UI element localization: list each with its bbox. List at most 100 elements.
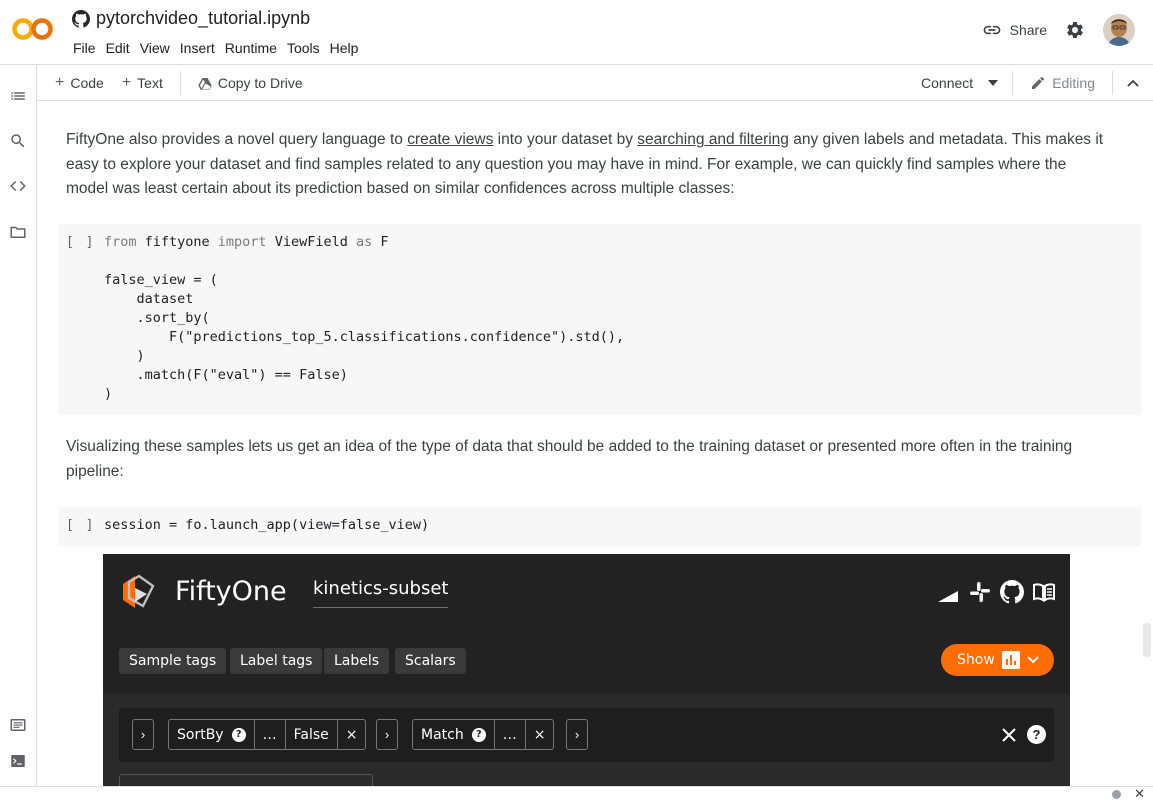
- remove-stage-close-icon[interactable]: ×: [526, 720, 554, 749]
- remove-stage-close-icon[interactable]: ×: [338, 720, 366, 749]
- folder-icon[interactable]: [9, 223, 27, 241]
- colab-logo-icon[interactable]: [12, 16, 54, 42]
- sample-grid-partial: [119, 774, 373, 786]
- drive-icon: [198, 77, 212, 90]
- signal-icon[interactable]: [936, 580, 960, 604]
- table-of-contents-icon[interactable]: [9, 87, 27, 105]
- dataset-selector[interactable]: kinetics-subset: [313, 578, 449, 608]
- menu-help[interactable]: Help: [325, 39, 364, 57]
- menu-edit[interactable]: Edit: [101, 39, 135, 57]
- searching-and-filtering-link[interactable]: searching and filtering: [637, 131, 789, 148]
- add-code-button[interactable]: + Code: [46, 69, 113, 97]
- menu-insert[interactable]: Insert: [175, 39, 220, 57]
- left-sidebar: [0, 64, 37, 801]
- code-cell[interactable]: [ ] session = fo.launch_app(view=false_v…: [58, 507, 1141, 546]
- clear-view-close-icon[interactable]: [1002, 728, 1016, 742]
- stage-more[interactable]: …: [255, 720, 286, 749]
- chevron-up-icon: [1127, 79, 1139, 87]
- toolbar-right: Connect Editing: [912, 65, 1153, 101]
- create-views-link[interactable]: create views: [407, 131, 493, 148]
- match-label: Match: [421, 726, 464, 743]
- fiftyone-app-output[interactable]: FiftyOne kinetics-subset Sample tags Lab…: [103, 554, 1070, 786]
- add-text-button[interactable]: + Text: [113, 69, 172, 97]
- fiftyone-header: FiftyOne kinetics-subset: [103, 554, 1070, 636]
- connect-dropdown[interactable]: [982, 69, 1004, 97]
- github-icon[interactable]: [1000, 580, 1024, 604]
- user-avatar[interactable]: [1103, 14, 1135, 46]
- slack-icon[interactable]: [968, 580, 992, 604]
- menu-file[interactable]: File: [68, 39, 101, 57]
- keyword: from: [104, 234, 137, 250]
- share-button[interactable]: Share: [982, 20, 1047, 40]
- copy-to-drive-button[interactable]: Copy to Drive: [189, 69, 312, 97]
- github-icon[interactable]: [72, 9, 90, 28]
- view-bar[interactable]: › SortBy? … False × › Match? … × › ?: [119, 708, 1054, 762]
- fiftyone-brand: FiftyOne: [175, 576, 287, 607]
- share-label: Share: [1009, 22, 1047, 38]
- notebook-title[interactable]: pytorchvideo_tutorial.ipynb: [96, 8, 310, 29]
- view-bar-help-icon[interactable]: ?: [1027, 725, 1046, 744]
- run-cell-button[interactable]: [ ]: [66, 235, 95, 250]
- collapse-header-button[interactable]: [1121, 69, 1153, 97]
- markdown-cell[interactable]: Visualizing these samples lets us get an…: [66, 435, 1106, 484]
- fiftyone-view-bar-area: › SortBy? … False × › Match? … × › ?: [103, 694, 1070, 786]
- add-code-label: Code: [70, 74, 104, 91]
- code-line: ): [104, 348, 145, 364]
- fiftyone-logo-icon[interactable]: [119, 572, 159, 612]
- paragraph-text: Visualizing these samples lets us get an…: [66, 438, 1073, 480]
- menu-runtime[interactable]: Runtime: [220, 39, 282, 57]
- sortby-stage[interactable]: SortBy? … False ×: [168, 719, 367, 750]
- command-palette-icon[interactable]: [9, 716, 27, 734]
- labels-button[interactable]: Labels: [324, 648, 390, 674]
- code-snippets-icon[interactable]: [9, 177, 27, 195]
- close-status-icon[interactable]: ✕: [1134, 787, 1145, 801]
- markdown-cell[interactable]: FiftyOne also provides a novel query lan…: [66, 128, 1106, 202]
- docs-book-icon[interactable]: [1032, 580, 1056, 604]
- add-stage-arrow[interactable]: ›: [566, 719, 588, 750]
- code-line: .match(F("eval") == False): [104, 367, 348, 383]
- stage-parameter-value[interactable]: False: [286, 720, 338, 749]
- avatar-image-icon: [1103, 14, 1135, 46]
- sample-tags-button[interactable]: Sample tags: [119, 648, 227, 674]
- add-stage-arrow[interactable]: ›: [132, 719, 154, 750]
- menu-tools[interactable]: Tools: [282, 39, 325, 57]
- scalars-button[interactable]: Scalars: [395, 648, 466, 674]
- paragraph-text: FiftyOne also provides a novel query lan…: [66, 131, 408, 148]
- editing-mode-button[interactable]: Editing: [1021, 69, 1104, 97]
- code-cell[interactable]: [ ] from fiftyone import ViewField as F …: [58, 224, 1141, 415]
- code-editor[interactable]: from fiftyone import ViewField as F fals…: [104, 233, 624, 404]
- show-button[interactable]: Show: [941, 644, 1054, 676]
- help-icon[interactable]: ?: [471, 727, 486, 742]
- terminal-icon[interactable]: [9, 752, 27, 770]
- keyword: as: [355, 234, 373, 250]
- show-label: Show: [957, 652, 995, 668]
- run-cell-button[interactable]: [ ]: [66, 518, 95, 533]
- editing-label: Editing: [1052, 75, 1095, 91]
- code-editor[interactable]: session = fo.launch_app(view=false_view): [104, 516, 429, 535]
- toolbar-divider: [1112, 71, 1113, 95]
- sortby-label: SortBy: [177, 726, 224, 743]
- fiftyone-header-icons: [936, 580, 1056, 604]
- search-icon[interactable]: [9, 132, 27, 150]
- gear-icon[interactable]: [1065, 20, 1085, 40]
- connect-button[interactable]: Connect: [912, 69, 982, 97]
- notebook-content: FiftyOne also provides a novel query lan…: [37, 101, 1153, 786]
- plus-icon: +: [55, 73, 65, 91]
- label-tags-button[interactable]: Label tags: [230, 648, 323, 674]
- stage-more[interactable]: …: [495, 720, 526, 749]
- code-line: .sort_by(: [104, 310, 210, 326]
- toolbar-divider: [179, 70, 181, 95]
- menu-view[interactable]: View: [135, 39, 175, 57]
- bar-chart-icon: [1001, 651, 1020, 669]
- stage-name: Match?: [413, 720, 495, 749]
- add-text-label: Text: [137, 74, 163, 91]
- help-icon[interactable]: ?: [231, 727, 246, 742]
- menu-bar: File Edit View Insert Runtime Tools Help: [68, 39, 363, 57]
- match-stage[interactable]: Match? … ×: [412, 719, 555, 750]
- notebook-title-row: pytorchvideo_tutorial.ipynb: [72, 8, 310, 29]
- caret-down-icon: [988, 80, 999, 86]
- scrollbar-thumb[interactable]: [1143, 623, 1151, 657]
- notebook-toolbar: + Code + Text Copy to Drive Connect Edit…: [37, 64, 1153, 101]
- chevron-down-icon: [1027, 656, 1039, 664]
- add-stage-arrow[interactable]: ›: [376, 719, 398, 750]
